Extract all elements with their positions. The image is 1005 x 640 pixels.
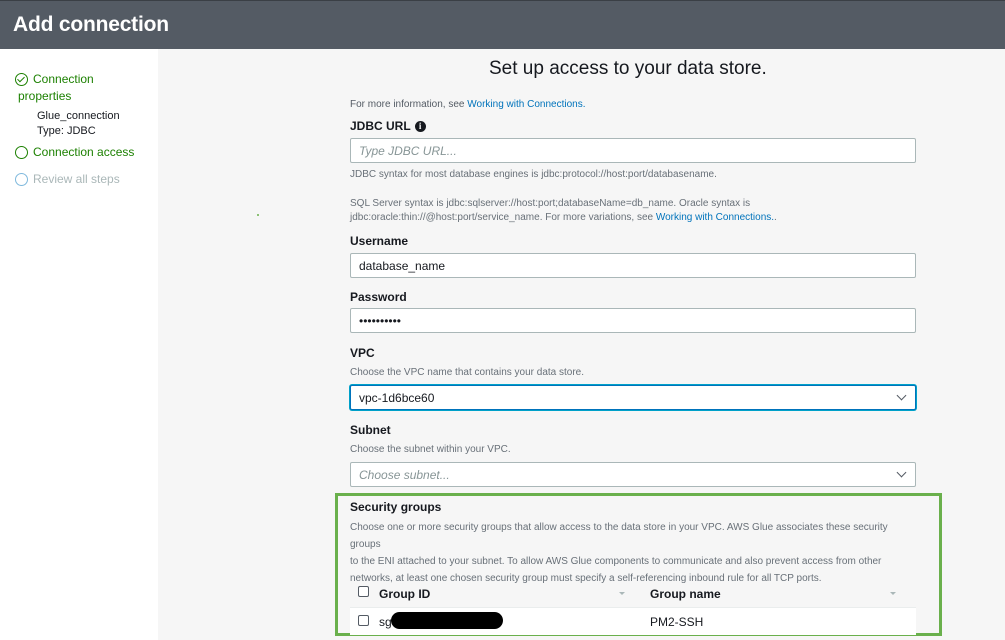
vpc-label: VPC: [350, 346, 375, 360]
connection-type: Type: JDBC: [37, 125, 96, 137]
page-header-title: Add connection: [13, 13, 169, 36]
step-label: Review all steps: [33, 172, 120, 186]
vpc-select[interactable]: vpc-1d6bce60: [350, 385, 916, 410]
circle-icon: [15, 173, 28, 186]
row-group-name: PM2-SSH: [650, 615, 704, 629]
chevron-down-icon: [896, 467, 907, 478]
more-info-prefix: For more information, see: [350, 99, 468, 110]
sg-desc-line-2: to the ENI attached to your subnet. To a…: [350, 556, 882, 567]
check-circle-icon: [15, 73, 28, 86]
jdbc-url-label-text: JDBC URL: [350, 119, 411, 133]
security-groups-label: Security groups: [350, 500, 442, 514]
password-input[interactable]: [350, 308, 916, 333]
subnet-label: Subnet: [350, 423, 391, 437]
more-info-text: For more information, see Working with C…: [350, 99, 585, 110]
chevron-down-icon: [896, 390, 907, 401]
jdbc-hint-3-suffix: .: [774, 212, 777, 223]
row-checkbox[interactable]: [358, 615, 369, 626]
vpc-select-value: vpc-1d6bce60: [359, 391, 435, 405]
jdbc-hint-2: SQL Server syntax is jdbc:sqlserver://ho…: [350, 198, 751, 209]
jdbc-hint-3: jdbc:oracle:thin://@host:port/service_na…: [350, 212, 777, 223]
jdbc-url-label: JDBC URL i: [350, 119, 426, 133]
password-label: Password: [350, 290, 407, 304]
column-group-name[interactable]: Group name: [650, 587, 721, 601]
username-label: Username: [350, 234, 409, 248]
vpc-description: Choose the VPC name that contains your d…: [350, 367, 585, 378]
jdbc-hint-3-prefix: jdbc:oracle:thin://@host:port/service_na…: [350, 212, 656, 223]
working-with-connections-link-2[interactable]: Working with Connections.: [656, 212, 774, 223]
step-label: Connection: [33, 72, 94, 86]
jdbc-url-input[interactable]: [350, 138, 916, 163]
column-group-id[interactable]: Group ID: [379, 587, 430, 601]
sort-icon[interactable]: [619, 592, 625, 595]
stray-dot: [257, 214, 259, 216]
step-label-continued: properties: [18, 89, 72, 103]
sort-icon[interactable]: [890, 592, 896, 595]
info-icon[interactable]: i: [414, 121, 426, 132]
subnet-description: Choose the subnet within your VPC.: [350, 444, 511, 455]
subnet-select-placeholder: Choose subnet...: [359, 468, 450, 482]
jdbc-hint-1: JDBC syntax for most database engines is…: [350, 169, 717, 180]
subnet-select[interactable]: Choose subnet...: [350, 462, 916, 487]
circle-icon: [15, 146, 28, 159]
sg-desc-line-1: Choose one or more security groups that …: [350, 522, 888, 550]
working-with-connections-link[interactable]: Working with Connections.: [467, 99, 585, 110]
row-group-id: sg: [379, 615, 392, 629]
security-groups-table-header: Group ID Group name: [350, 580, 916, 608]
step-label: Connection access: [33, 145, 135, 159]
security-groups-description: Choose one or more security groups that …: [350, 519, 920, 587]
page-header: Add connection: [0, 0, 1005, 49]
select-all-checkbox[interactable]: [358, 586, 369, 597]
wizard-sidebar: [0, 49, 158, 640]
connection-name: Glue_connection: [37, 110, 120, 122]
username-input[interactable]: [350, 253, 916, 278]
redaction-mark: [391, 612, 503, 629]
page-title: Set up access to your data store.: [489, 58, 767, 79]
